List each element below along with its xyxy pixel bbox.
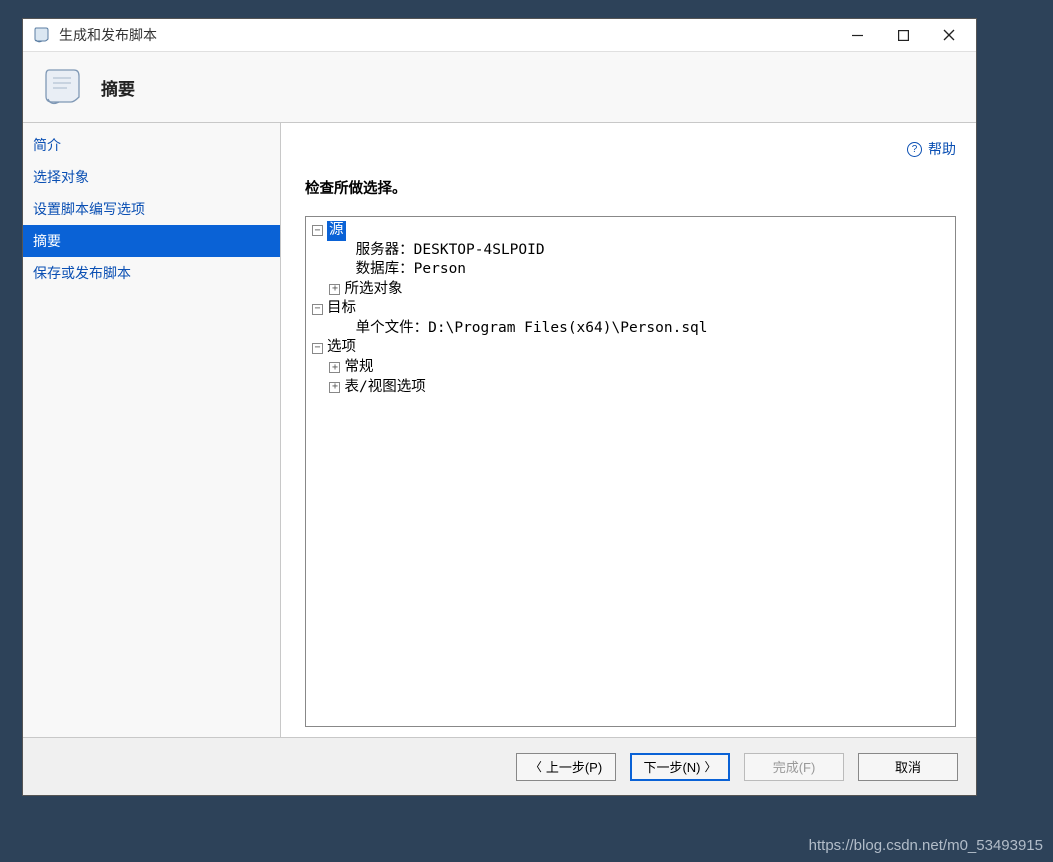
chevron-left-icon: 〈 (530, 758, 542, 775)
summary-tree[interactable]: − 源 服务器： DESKTOP-4SLPOID 数据库： Person + (305, 216, 956, 727)
tree-node-database[interactable]: 数据库： Person (312, 260, 949, 280)
maximize-button[interactable] (880, 20, 926, 50)
tree-node-selected-objects[interactable]: + 所选对象 (312, 280, 949, 300)
content-subtitle: 检查所做选择。 (305, 177, 956, 198)
expand-icon[interactable]: + (329, 382, 340, 393)
tree-label-source: 源 (327, 221, 346, 241)
tree-value-server: DESKTOP-4SLPOID (414, 241, 545, 261)
title-bar: 生成和发布脚本 (23, 19, 976, 51)
next-button[interactable]: 下一步(N) 〉 (630, 753, 730, 781)
dialog-window: 生成和发布脚本 摘要 简介 (22, 18, 977, 796)
tree-label-database: 数据库： (356, 260, 414, 280)
expand-icon[interactable]: + (329, 362, 340, 373)
nav-save-publish[interactable]: 保存或发布脚本 (23, 257, 280, 289)
app-icon (33, 26, 51, 44)
tree-node-general[interactable]: + 常规 (312, 358, 949, 378)
expand-icon[interactable]: + (329, 284, 340, 295)
help-link[interactable]: ? 帮助 (305, 139, 956, 159)
next-button-label: 下一步(N) (643, 757, 700, 776)
nav-set-options[interactable]: 设置脚本编写选项 (23, 193, 280, 225)
help-icon: ? (907, 142, 922, 157)
tree-node-source[interactable]: − 源 (312, 221, 949, 241)
prev-button[interactable]: 〈 上一步(P) (516, 753, 616, 781)
wizard-footer: 〈 上一步(P) 下一步(N) 〉 完成(F) 取消 (23, 737, 976, 795)
tree-label-selected-objects: 所选对象 (344, 280, 402, 300)
tree-connector (312, 378, 329, 398)
tree-value-single-file: D:\Program Files(x64)\Person.sql (428, 319, 707, 339)
nav-choose-objects[interactable]: 选择对象 (23, 161, 280, 193)
script-icon (41, 66, 83, 108)
tree-value-database: Person (414, 260, 466, 280)
tree-connector (312, 241, 356, 261)
nav-summary[interactable]: 摘要 (23, 225, 280, 257)
content-area: ? 帮助 检查所做选择。 − 源 服务器： DESKTOP-4SLPOID (281, 123, 976, 737)
close-button[interactable] (926, 20, 972, 50)
collapse-icon[interactable]: − (312, 225, 323, 236)
tree-node-table-view[interactable]: + 表/视图选项 (312, 378, 949, 398)
collapse-icon[interactable]: − (312, 304, 323, 315)
window-title: 生成和发布脚本 (59, 25, 834, 45)
tree-label-general: 常规 (344, 358, 373, 378)
tree-node-single-file[interactable]: 单个文件： D:\Program Files(x64)\Person.sql (312, 319, 949, 339)
cancel-button[interactable]: 取消 (858, 753, 958, 781)
watermark: https://blog.csdn.net/m0_53493915 (809, 837, 1043, 854)
finish-button: 完成(F) (744, 753, 844, 781)
wizard-sidebar: 简介 选择对象 设置脚本编写选项 摘要 保存或发布脚本 (23, 123, 281, 737)
tree-label-single-file: 单个文件： (356, 319, 429, 339)
tree-label-options: 选项 (327, 338, 356, 358)
collapse-icon[interactable]: − (312, 343, 323, 354)
tree-label-server: 服务器： (356, 241, 414, 261)
tree-connector (312, 358, 329, 378)
tree-connector (312, 260, 356, 280)
minimize-button[interactable] (834, 20, 880, 50)
nav-intro[interactable]: 简介 (23, 129, 280, 161)
tree-node-options[interactable]: − 选项 (312, 338, 949, 358)
page-heading: 摘要 (101, 75, 135, 100)
tree-node-server[interactable]: 服务器： DESKTOP-4SLPOID (312, 241, 949, 261)
window-controls (834, 20, 972, 50)
tree-label-table-view: 表/视图选项 (344, 378, 425, 398)
tree-connector (312, 280, 329, 300)
cancel-button-label: 取消 (895, 757, 921, 776)
tree-node-target[interactable]: − 目标 (312, 299, 949, 319)
help-label: 帮助 (928, 139, 956, 159)
tree-label-target: 目标 (327, 299, 356, 319)
prev-button-label: 上一步(P) (546, 757, 602, 776)
chevron-right-icon: 〉 (705, 758, 717, 775)
header-band: 摘要 (23, 51, 976, 123)
body: 简介 选择对象 设置脚本编写选项 摘要 保存或发布脚本 ? 帮助 检查所做选择。… (23, 123, 976, 737)
finish-button-label: 完成(F) (773, 757, 816, 776)
tree-connector (312, 319, 356, 339)
